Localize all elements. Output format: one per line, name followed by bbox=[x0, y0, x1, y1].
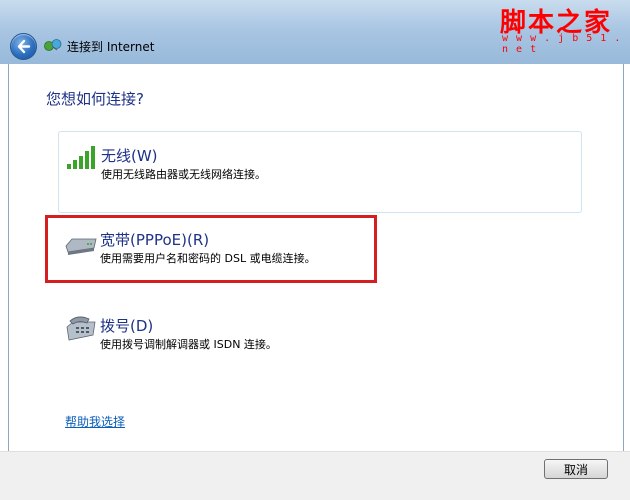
title-bar: 连接到 Internet 脚本之家 w w w . j b 5 1 . n e … bbox=[0, 0, 630, 64]
phone-modem-icon bbox=[66, 316, 96, 341]
option-wireless-title: 无线(W) bbox=[101, 147, 158, 165]
option-dialup[interactable]: 拨号(D) 使用拨号调制解调器或 ISDN 连接。 bbox=[58, 305, 580, 365]
option-dialup-title: 拨号(D) bbox=[100, 317, 154, 335]
cancel-button[interactable]: 取消 bbox=[544, 459, 608, 479]
option-wireless[interactable]: 无线(W) 使用无线路由器或无线网络连接。 bbox=[58, 131, 582, 213]
highlight-box bbox=[45, 215, 377, 283]
bottom-bar bbox=[0, 451, 630, 500]
option-wireless-description: 使用无线路由器或无线网络连接。 bbox=[101, 168, 266, 181]
help-me-choose-link[interactable]: 帮助我选择 bbox=[65, 413, 125, 430]
watermark-url: w w w . j b 5 1 . n e t bbox=[502, 33, 622, 55]
page-question: 您想如何连接? bbox=[46, 90, 144, 108]
option-dialup-description: 使用拨号调制解调器或 ISDN 连接。 bbox=[100, 338, 277, 351]
back-button[interactable] bbox=[10, 33, 37, 60]
wireless-signal-icon bbox=[67, 146, 95, 169]
network-globe-icon bbox=[44, 39, 62, 51]
back-arrow-icon bbox=[17, 39, 31, 54]
window-title: 连接到 Internet bbox=[67, 40, 155, 54]
